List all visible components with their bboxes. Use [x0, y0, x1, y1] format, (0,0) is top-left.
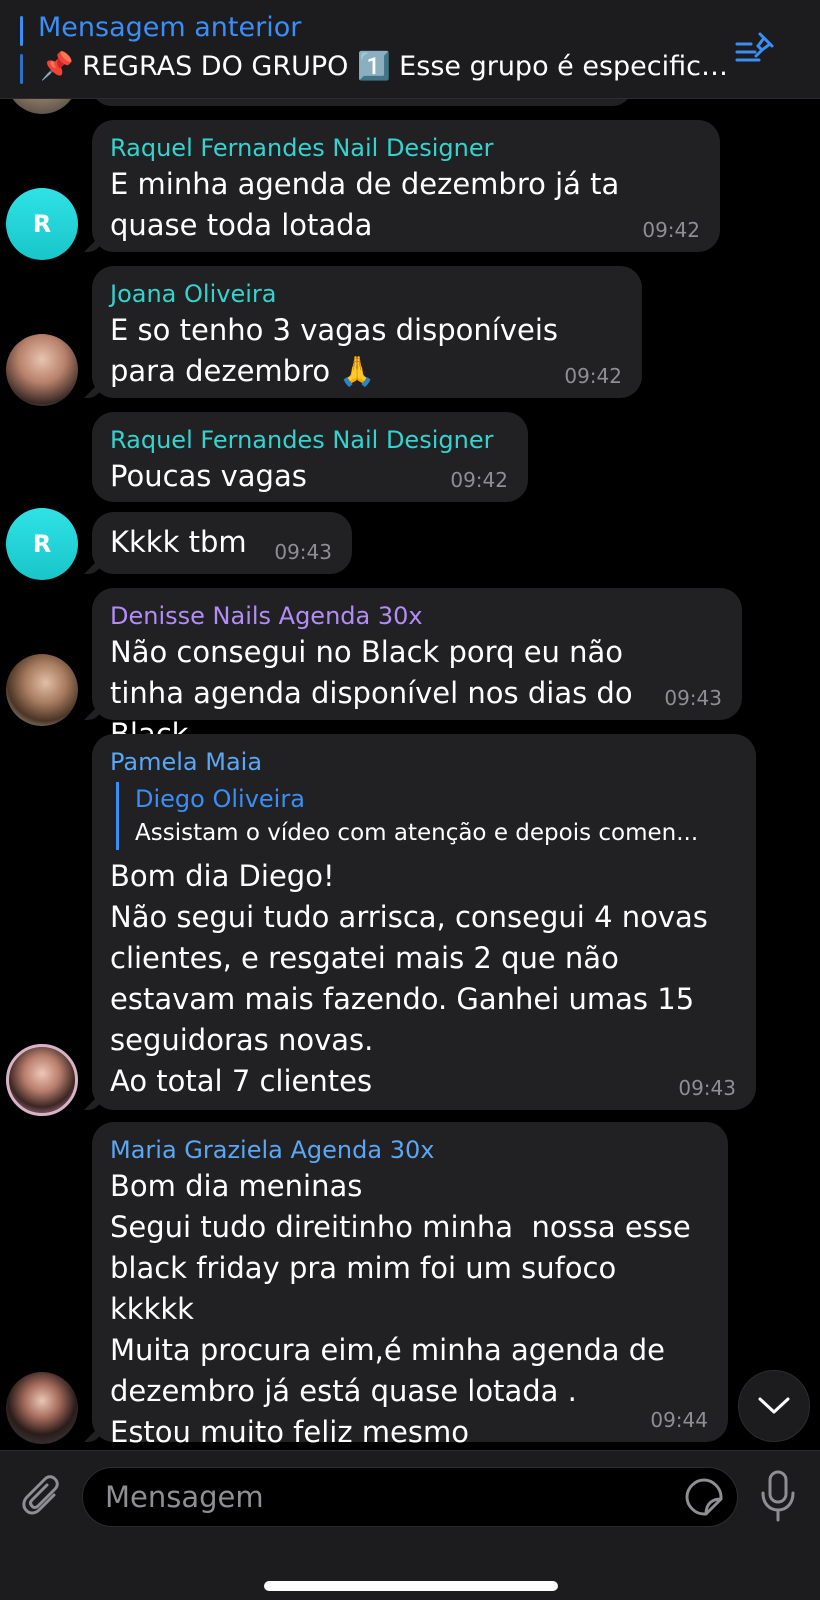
message-input[interactable] [82, 1467, 738, 1527]
chevron-down-icon [758, 1397, 790, 1414]
message-bubble[interactable]: Denisse Nails Agenda 30x Não consegui no… [84, 588, 742, 751]
home-indicator [264, 1581, 558, 1591]
avatar[interactable]: R [6, 188, 78, 260]
message-time: 09:42 [450, 468, 508, 492]
bubble-tail [84, 380, 102, 398]
message-bubble-partial[interactable] [92, 98, 632, 106]
avatar[interactable]: R [6, 508, 78, 580]
avatar[interactable] [6, 334, 78, 406]
pinned-indicator [20, 54, 23, 84]
avatar[interactable] [6, 654, 78, 726]
pinned-list-icon[interactable] [734, 30, 776, 68]
sender-name: Raquel Fernandes Nail Designer [110, 134, 494, 162]
message-time: 09:44 [650, 1408, 708, 1432]
bubble-tail [84, 234, 102, 252]
message-time: 09:43 [274, 540, 332, 564]
sender-name: Raquel Fernandes Nail Designer [110, 426, 494, 454]
message-time: 09:43 [678, 1076, 736, 1100]
reply-sender: Diego Oliveira [135, 785, 305, 813]
avatar[interactable] [6, 1372, 78, 1444]
reply-text: Assistam o vídeo com atenção e depois co… [135, 820, 699, 846]
paperclip-icon[interactable] [20, 1473, 64, 1523]
sender-name: Joana Oliveira [110, 280, 277, 308]
message-bubble[interactable]: Raquel Fernandes Nail Designer E minha a… [84, 120, 720, 252]
message-time: 09:42 [642, 218, 700, 242]
message-text: E minha agenda de dezembro já ta quase t… [110, 167, 629, 242]
message-time: 09:43 [664, 686, 722, 710]
bubble-tail [84, 1092, 102, 1110]
message-bubble[interactable]: Maria Graziela Agenda 30x Bom dia menina… [84, 1122, 728, 1449]
bubble-tail [84, 556, 102, 574]
pinned-text: 📌 REGRAS DO GRUPO 1️⃣ Esse grupo é espec… [40, 51, 740, 82]
bubble-tail [84, 702, 102, 720]
sender-name: Pamela Maia [110, 748, 263, 776]
message-bubble[interactable]: Joana Oliveira E so tenho 3 vagas dispon… [84, 266, 642, 398]
avatar-letter: R [32, 210, 52, 238]
bubble-tail [84, 1424, 102, 1442]
avatar[interactable] [6, 1044, 78, 1116]
message-time: 09:42 [564, 364, 622, 388]
avatar-letter: R [32, 530, 52, 558]
sticker-icon[interactable] [684, 1477, 724, 1517]
sender-name: Denisse Nails Agenda 30x [110, 602, 423, 630]
message-bubble[interactable]: Kkkk tbm 09:43 [84, 512, 352, 574]
message-bubble[interactable]: Pamela Maia Diego Oliveira Assistam o ví… [84, 734, 756, 1110]
scroll-down-button[interactable] [738, 1370, 810, 1442]
message-text: E so tenho 3 vagas disponíveis para deze… [110, 313, 568, 388]
avatar[interactable] [6, 98, 78, 114]
message-text: Bom dia Diego! Não segui tudo arrisca, c… [110, 859, 708, 1098]
pinned-title: Mensagem anterior [38, 12, 302, 43]
pinned-indicator [20, 16, 23, 46]
message-text: Bom dia meninas Segui tudo direitinho mi… [110, 1169, 691, 1449]
message-bubble[interactable]: Raquel Fernandes Nail Designer Poucas va… [92, 412, 528, 502]
message-list[interactable]: R Raquel Fernandes Nail Designer E minha… [0, 98, 820, 1450]
pinned-message-bar[interactable]: Mensagem anterior 📌 REGRAS DO GRUPO 1️⃣ … [0, 0, 820, 99]
composer-bar [0, 1450, 820, 1600]
chat-screen: Mensagem anterior 📌 REGRAS DO GRUPO 1️⃣ … [0, 0, 820, 1600]
sender-name: Maria Graziela Agenda 30x [110, 1136, 435, 1164]
reply-quote[interactable]: Diego Oliveira Assistam o vídeo com aten… [116, 782, 738, 850]
microphone-icon[interactable] [758, 1469, 798, 1525]
